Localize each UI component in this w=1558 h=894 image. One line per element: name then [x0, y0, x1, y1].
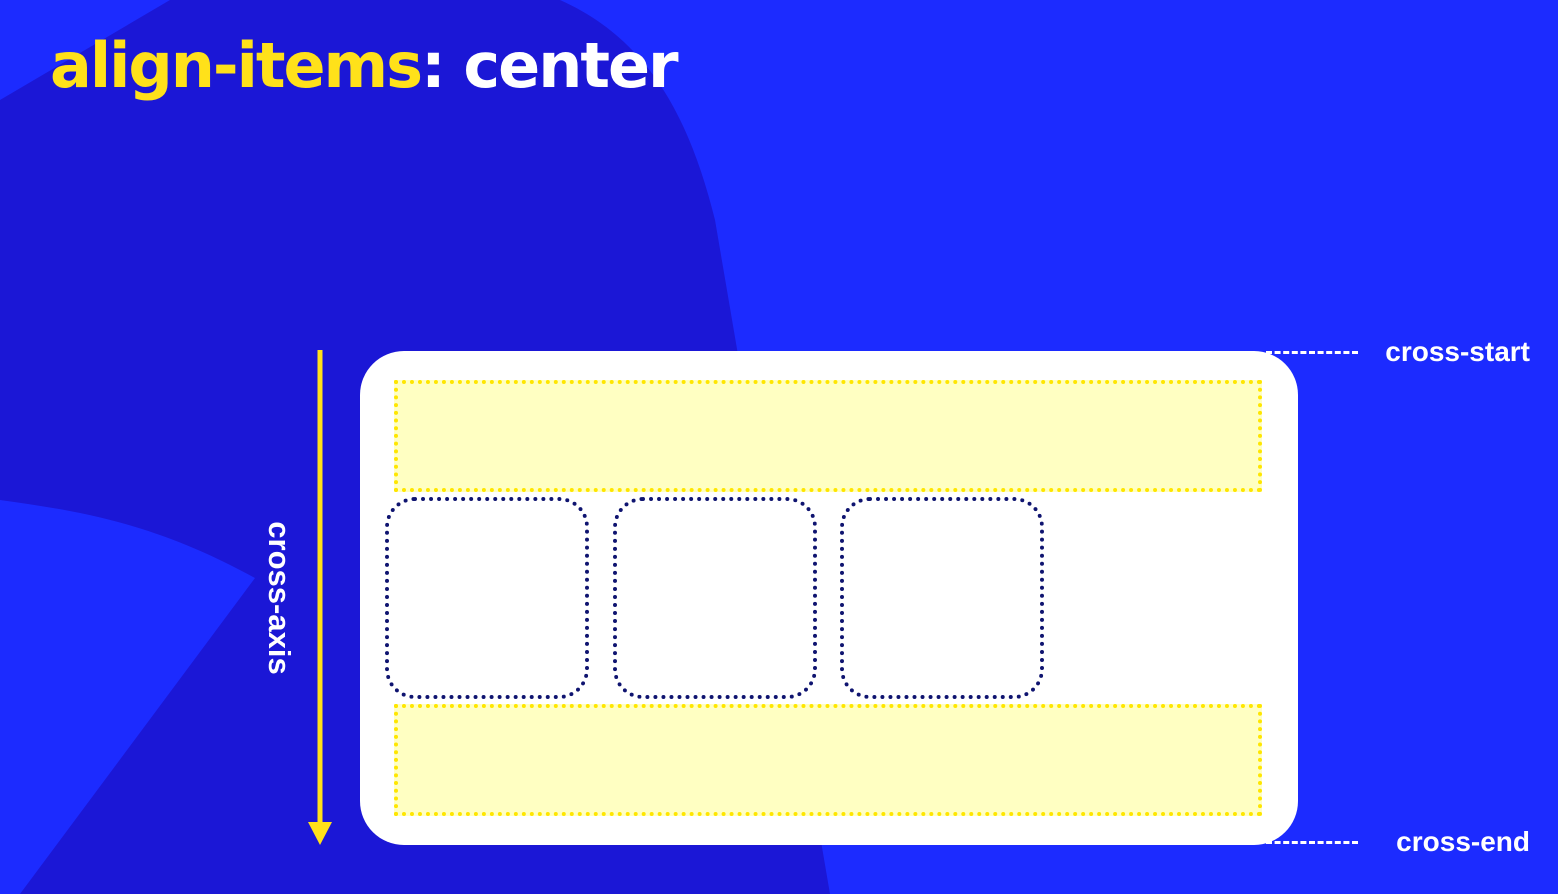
title-value: : center: [421, 29, 679, 102]
flex-item-2: [613, 497, 817, 699]
cross-start-label: cross-start: [1385, 336, 1530, 367]
title-keyword: align-items: [50, 29, 423, 102]
flex-item-1: [385, 497, 589, 699]
cross-axis-label-text: cross-axis: [262, 521, 297, 675]
flex-line-bottom-area: [394, 704, 1262, 816]
flex-container: [360, 351, 1298, 845]
flex-line-top-area: [394, 380, 1262, 492]
page-title: align-items: center: [50, 26, 679, 106]
flex-item-3: [840, 497, 1044, 699]
cross-axis-arrow: [308, 350, 332, 845]
cross-end-label: cross-end: [1396, 826, 1530, 857]
cross-end-guide-line: [1266, 841, 1358, 847]
cross-start-guide-line: [1266, 351, 1358, 357]
